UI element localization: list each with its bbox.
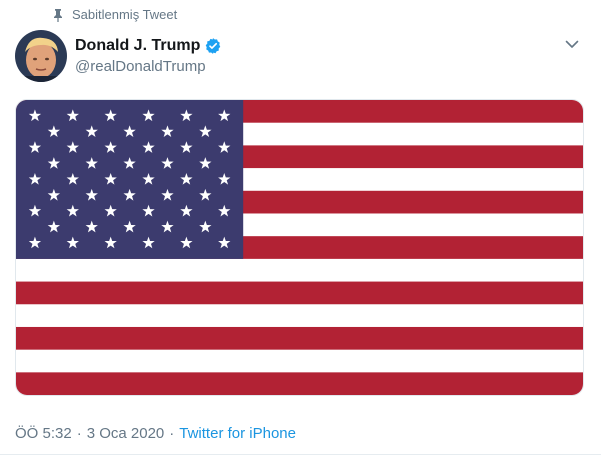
pinned-tweet-indicator: Sabitlenmiş Tweet (52, 7, 177, 22)
tweet-date[interactable]: 3 Oca 2020 (87, 425, 165, 442)
avatar[interactable] (15, 30, 67, 82)
tweet-metadata: ÖÖ 5:32 · 3 Oca 2020 · Twitter for iPhon… (15, 425, 296, 442)
us-flag-image (16, 100, 583, 395)
author-handle[interactable]: @realDonaldTrump (75, 58, 222, 75)
author-display-name[interactable]: Donald J. Trump (75, 37, 200, 55)
divider (0, 454, 601, 455)
tweet-time[interactable]: ÖÖ 5:32 (15, 425, 72, 442)
meta-separator: · (169, 425, 175, 442)
tweet-header: Donald J. Trump @realDonaldTrump (15, 30, 586, 82)
meta-separator: · (76, 425, 82, 442)
pin-icon (52, 8, 64, 22)
tweet-media-flag-image[interactable] (15, 99, 584, 396)
chevron-down-icon[interactable] (562, 34, 582, 54)
pinned-label: Sabitlenmiş Tweet (72, 7, 178, 22)
verified-badge-icon (204, 37, 222, 55)
tweet-source-link[interactable]: Twitter for iPhone (179, 425, 296, 442)
